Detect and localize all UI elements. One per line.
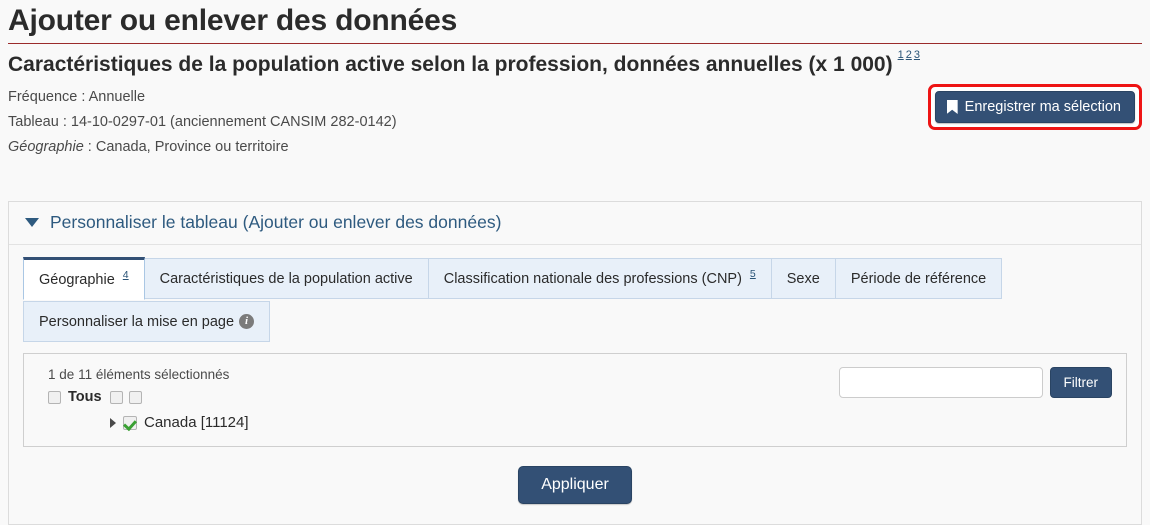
footnote-link-3[interactable]: 3 bbox=[914, 49, 920, 61]
select-all-checkbox-1[interactable] bbox=[48, 390, 61, 404]
save-selection-highlight: Enregistrer ma sélection bbox=[927, 84, 1142, 130]
filter-button[interactable]: Filtrer bbox=[1049, 367, 1112, 398]
subtitle-footnote-links: 123 bbox=[898, 45, 922, 63]
accordion-header[interactable]: Personnaliser le tableau (Ajouter ou enl… bbox=[9, 202, 1141, 245]
bookmark-icon bbox=[946, 100, 958, 114]
tab-caracteristiques[interactable]: Caractéristiques de la population active bbox=[144, 258, 429, 299]
tab-cnp[interactable]: Classification nationale des professions… bbox=[428, 258, 772, 299]
page-title: Ajouter ou enlever des données bbox=[8, 4, 458, 37]
footnote-link-2[interactable]: 2 bbox=[906, 49, 912, 61]
customize-table-panel: Personnaliser le tableau (Ajouter ou enl… bbox=[8, 201, 1142, 525]
table-label: Tableau : bbox=[8, 114, 67, 130]
table-subtitle: Caractéristiques de la population active… bbox=[8, 53, 893, 76]
frequency-label: Fréquence : bbox=[8, 89, 86, 105]
tab-periode-label: Période de référence bbox=[850, 270, 987, 287]
apply-row: Appliquer bbox=[23, 447, 1127, 510]
tab-geographie-label: Géographie bbox=[39, 271, 115, 288]
filter-group: Filtrer bbox=[838, 367, 1112, 398]
triangle-down-icon bbox=[25, 218, 39, 227]
list-item: Canada [11124] bbox=[38, 414, 1112, 432]
selection-count-total: 11 bbox=[78, 367, 93, 382]
accordion-title: Personnaliser le tableau (Ajouter ou enl… bbox=[50, 212, 502, 232]
filter-input[interactable] bbox=[838, 367, 1043, 398]
select-all-label: Tous bbox=[68, 389, 102, 405]
chevron-right-icon[interactable] bbox=[110, 418, 116, 428]
geography-selection-panel: 1 de 11 éléments sélectionnés Tous Canad… bbox=[23, 353, 1127, 447]
layout-tabs: Personnaliser la mise en page i bbox=[23, 301, 1127, 342]
dimension-tabs: Géographie 4 Caractéristiques de la popu… bbox=[23, 257, 1127, 300]
tab-geographie-footnote[interactable]: 4 bbox=[123, 266, 129, 284]
select-all-checkbox-2[interactable] bbox=[109, 390, 123, 404]
tab-personnaliser-mise-en-page[interactable]: Personnaliser la mise en page i bbox=[23, 301, 271, 342]
tab-sexe[interactable]: Sexe bbox=[771, 258, 836, 299]
page-root: Ajouter ou enlever des données Caractéri… bbox=[0, 0, 1150, 525]
footnote-link-1[interactable]: 1 bbox=[898, 49, 904, 61]
apply-button[interactable]: Appliquer bbox=[518, 466, 632, 504]
item-checkbox-canada[interactable] bbox=[123, 416, 137, 430]
selection-count-suffix: éléments sélectionnés bbox=[95, 367, 230, 382]
subtitle-row: Caractéristiques de la population active… bbox=[0, 44, 1150, 78]
select-all-checkbox-3[interactable] bbox=[128, 390, 142, 404]
geography-label: Géographie bbox=[8, 139, 84, 155]
save-selection-label: Enregistrer ma sélection bbox=[964, 99, 1121, 115]
item-label-canada: Canada [11124] bbox=[144, 414, 249, 431]
tab-geographie[interactable]: Géographie 4 bbox=[23, 257, 145, 300]
tab-sexe-label: Sexe bbox=[786, 270, 820, 287]
selection-count-selected: 1 bbox=[48, 367, 56, 382]
geography-value: Canada, Province ou territoire bbox=[95, 139, 289, 155]
tab-cnp-label: Classification nationale des professions… bbox=[443, 270, 742, 287]
table-value: 14-10-0297-01 (anciennement CANSIM 282-0… bbox=[70, 114, 397, 130]
accordion-body: Géographie 4 Caractéristiques de la popu… bbox=[9, 245, 1141, 524]
selection-count-word: de bbox=[59, 367, 75, 382]
save-selection-button[interactable]: Enregistrer ma sélection bbox=[934, 91, 1135, 123]
info-icon[interactable]: i bbox=[239, 314, 255, 329]
tab-caracteristiques-label: Caractéristiques de la population active bbox=[159, 270, 413, 287]
tab-cnp-footnote[interactable]: 5 bbox=[750, 265, 756, 283]
metadata-geography: Géographie : Canada, Province ou territo… bbox=[8, 135, 1142, 160]
frequency-value: Annuelle bbox=[88, 89, 146, 105]
tab-periode-de-reference[interactable]: Période de référence bbox=[835, 258, 1003, 299]
tab-mise-en-page-label: Personnaliser la mise en page bbox=[39, 313, 235, 330]
geography-separator: : bbox=[83, 139, 92, 155]
